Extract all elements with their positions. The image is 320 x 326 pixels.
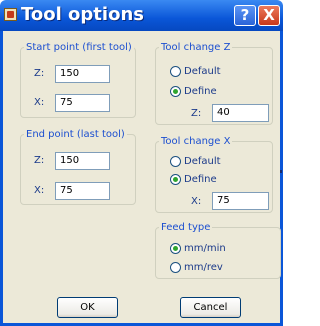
tool-change-x-label: X: [191,196,202,207]
start-x-input[interactable]: 75 [55,94,110,112]
feed-type-mm-rev-radio[interactable]: mm/rev [170,262,223,273]
radio-label: mm/rev [184,262,223,273]
app-icon [4,8,17,21]
tool-change-z-legend: Tool change Z [161,42,231,53]
tool-change-x-legend: Tool change X [161,136,231,147]
radio-circle-selected [170,243,181,254]
dialog-body: Start point (first tool) Z: 150 X: 75 En… [0,31,283,326]
end-x-input[interactable]: 75 [55,182,110,200]
end-z-input[interactable]: 150 [55,152,110,170]
tool-change-x-input[interactable]: 75 [212,192,269,210]
radio-circle-selected [170,86,181,97]
radio-label: mm/min [184,243,226,254]
tool-options-dialog: Tool options ? X Start point (first tool… [0,0,283,326]
end-x-label: X: [34,185,45,196]
feed-type-mm-min-radio[interactable]: mm/min [170,243,226,254]
tool-change-x-default-radio[interactable]: Default [170,156,221,167]
close-button[interactable]: X [258,5,280,26]
radio-label: Define [184,174,217,185]
radio-circle [170,156,181,167]
radio-circle [170,262,181,273]
radio-label: Default [184,156,221,167]
feed-type-legend: Feed type [161,222,211,233]
tool-change-z-input[interactable]: 40 [212,104,269,122]
start-x-label: X: [34,97,45,108]
help-button[interactable]: ? [234,5,256,26]
tool-change-z-label: Z: [191,108,202,119]
tool-change-z-define-radio[interactable]: Define [170,86,217,97]
tool-change-z-default-radio[interactable]: Default [170,66,221,77]
window-title: Tool options [21,4,144,25]
start-z-input[interactable]: 150 [55,65,110,83]
title-bar[interactable]: Tool options ? X [0,0,283,31]
cancel-button[interactable]: Cancel [180,297,241,318]
start-point-legend: Start point (first tool) [26,42,132,53]
edge-marker [280,170,282,173]
radio-circle [170,66,181,77]
end-z-label: Z: [34,155,45,166]
end-point-legend: End point (last tool) [26,129,125,140]
ok-button[interactable]: OK [57,297,118,318]
radio-label: Default [184,66,221,77]
radio-label: Define [184,86,217,97]
start-z-label: Z: [34,68,45,79]
radio-circle-selected [170,174,181,185]
tool-change-x-define-radio[interactable]: Define [170,174,217,185]
